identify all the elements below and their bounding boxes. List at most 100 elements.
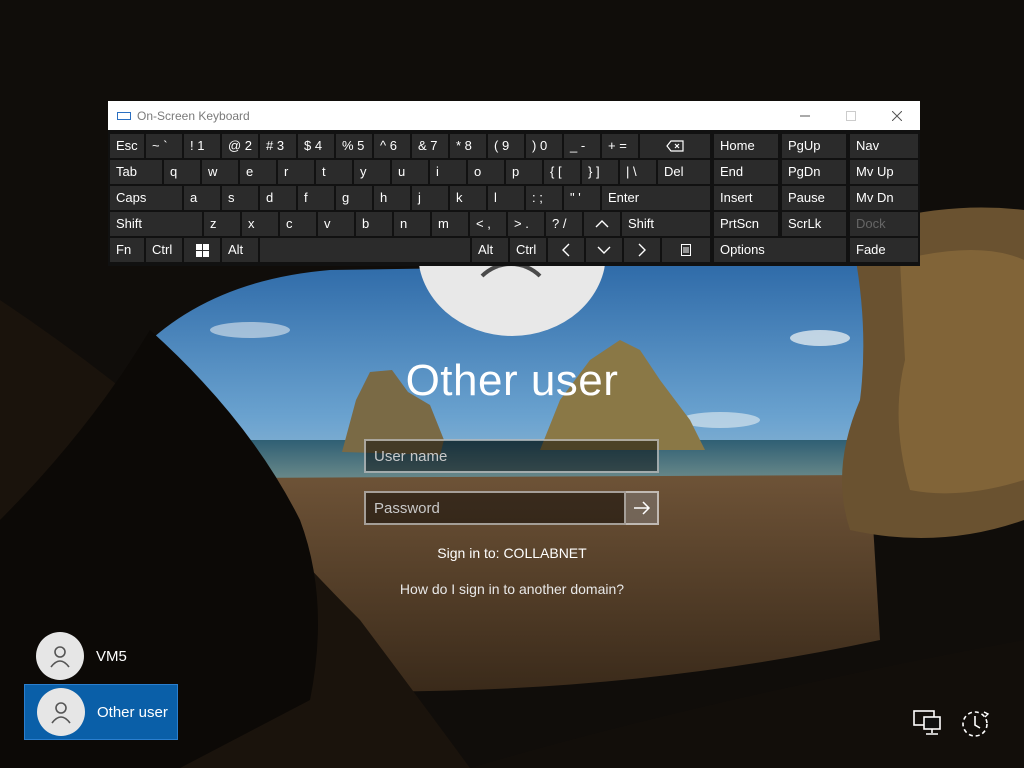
key-z[interactable]: z [204, 212, 240, 236]
key-i[interactable]: i [430, 160, 466, 184]
key-8[interactable]: * 8 [450, 134, 486, 158]
user-name: VM5 [96, 647, 127, 665]
key-tab[interactable]: Tab [110, 160, 162, 184]
key-f[interactable]: f [298, 186, 334, 210]
key-close-bracket[interactable]: } ] [582, 160, 618, 184]
key-comma[interactable]: < , [470, 212, 506, 236]
key-2[interactable]: @ 2 [222, 134, 258, 158]
key-caps[interactable]: Caps [110, 186, 182, 210]
another-domain-link[interactable]: How do I sign in to another domain? [0, 581, 1024, 597]
loading-spinner-icon [468, 262, 554, 336]
key-p[interactable]: p [506, 160, 542, 184]
key-o[interactable]: o [468, 160, 504, 184]
network-icon[interactable] [910, 706, 944, 740]
key-l[interactable]: l [488, 186, 524, 210]
osk-titlebar[interactable]: On-Screen Keyboard [108, 101, 920, 130]
key-move-up[interactable]: Mv Up [850, 160, 918, 184]
key-space[interactable] [260, 238, 470, 262]
key-open-bracket[interactable]: { [ [544, 160, 580, 184]
user-name: Other user [97, 703, 168, 721]
chevron-up-icon [595, 220, 609, 228]
key-n[interactable]: n [394, 212, 430, 236]
key-pause[interactable]: Pause [782, 186, 846, 210]
key-del[interactable]: Del [658, 160, 710, 184]
sign-in-domain-text: Sign in to: COLLABNET [437, 545, 587, 561]
maximize-button[interactable] [828, 101, 874, 130]
key-7[interactable]: & 7 [412, 134, 448, 158]
key-pgup[interactable]: PgUp [782, 134, 846, 158]
key-x[interactable]: x [242, 212, 278, 236]
key-pgdn[interactable]: PgDn [782, 160, 846, 184]
key-9[interactable]: ( 9 [488, 134, 524, 158]
key-alt-right[interactable]: Alt [472, 238, 508, 262]
key-0[interactable]: ) 0 [526, 134, 562, 158]
key-prtscn[interactable]: PrtScn [714, 212, 778, 236]
key-3[interactable]: # 3 [260, 134, 296, 158]
key-1[interactable]: ! 1 [184, 134, 220, 158]
key-a[interactable]: a [184, 186, 220, 210]
key-w[interactable]: w [202, 160, 238, 184]
minimize-button[interactable] [782, 101, 828, 130]
key-equals[interactable]: + = [602, 134, 638, 158]
key-e[interactable]: e [240, 160, 276, 184]
menu-key-icon [681, 244, 691, 256]
password-input[interactable] [364, 491, 626, 525]
key-home[interactable]: Home [714, 134, 778, 158]
key-y[interactable]: y [354, 160, 390, 184]
key-h[interactable]: h [374, 186, 410, 210]
key-ctrl-left[interactable]: Ctrl [146, 238, 182, 262]
key-q[interactable]: q [164, 160, 200, 184]
key-t[interactable]: t [316, 160, 352, 184]
key-fade[interactable]: Fade [850, 238, 918, 262]
key-5[interactable]: % 5 [336, 134, 372, 158]
submit-button[interactable] [626, 491, 659, 525]
key-move-down[interactable]: Mv Dn [850, 186, 918, 210]
key-slash[interactable]: ? / [546, 212, 582, 236]
key-arrow-up[interactable] [584, 212, 620, 236]
key-b[interactable]: b [356, 212, 392, 236]
key-shift-left[interactable]: Shift [110, 212, 202, 236]
key-esc[interactable]: Esc [110, 134, 144, 158]
key-dock[interactable]: Dock [850, 212, 918, 236]
key-tilde[interactable]: ~ ` [146, 134, 182, 158]
key-windows[interactable] [184, 238, 220, 262]
key-c[interactable]: c [280, 212, 316, 236]
key-ctrl-right[interactable]: Ctrl [510, 238, 546, 262]
close-button[interactable] [874, 101, 920, 130]
key-quote[interactable]: " ' [564, 186, 600, 210]
key-u[interactable]: u [392, 160, 428, 184]
key-arrow-left[interactable] [548, 238, 584, 262]
key-arrow-right[interactable] [624, 238, 660, 262]
key-6[interactable]: ^ 6 [374, 134, 410, 158]
key-4[interactable]: $ 4 [298, 134, 334, 158]
key-backspace[interactable] [640, 134, 710, 158]
user-tile-vm5[interactable]: VM5 [24, 628, 178, 684]
key-nav[interactable]: Nav [850, 134, 918, 158]
key-fn[interactable]: Fn [110, 238, 144, 262]
key-shift-right[interactable]: Shift [622, 212, 710, 236]
key-menu[interactable] [662, 238, 710, 262]
user-tile-other-user[interactable]: Other user [24, 684, 178, 740]
key-end[interactable]: End [714, 160, 778, 184]
ease-of-access-icon[interactable] [958, 706, 992, 740]
key-enter[interactable]: Enter [602, 186, 710, 210]
key-backslash[interactable]: | \ [620, 160, 656, 184]
key-arrow-down[interactable] [586, 238, 622, 262]
username-input[interactable] [364, 439, 659, 473]
key-d[interactable]: d [260, 186, 296, 210]
key-k[interactable]: k [450, 186, 486, 210]
key-insert[interactable]: Insert [714, 186, 778, 210]
key-options[interactable]: Options [714, 238, 846, 262]
key-m[interactable]: m [432, 212, 468, 236]
key-v[interactable]: v [318, 212, 354, 236]
key-g[interactable]: g [336, 186, 372, 210]
key-semicolon[interactable]: : ; [526, 186, 562, 210]
key-j[interactable]: j [412, 186, 448, 210]
key-scrlk[interactable]: ScrLk [782, 212, 846, 236]
key-period[interactable]: > . [508, 212, 544, 236]
key-minus[interactable]: _ - [564, 134, 600, 158]
key-r[interactable]: r [278, 160, 314, 184]
key-alt-left[interactable]: Alt [222, 238, 258, 262]
keyboard-keys: Esc ~ ` ! 1 @ 2 # 3 $ 4 % 5 ^ 6 & 7 * 8 … [108, 132, 920, 266]
key-s[interactable]: s [222, 186, 258, 210]
